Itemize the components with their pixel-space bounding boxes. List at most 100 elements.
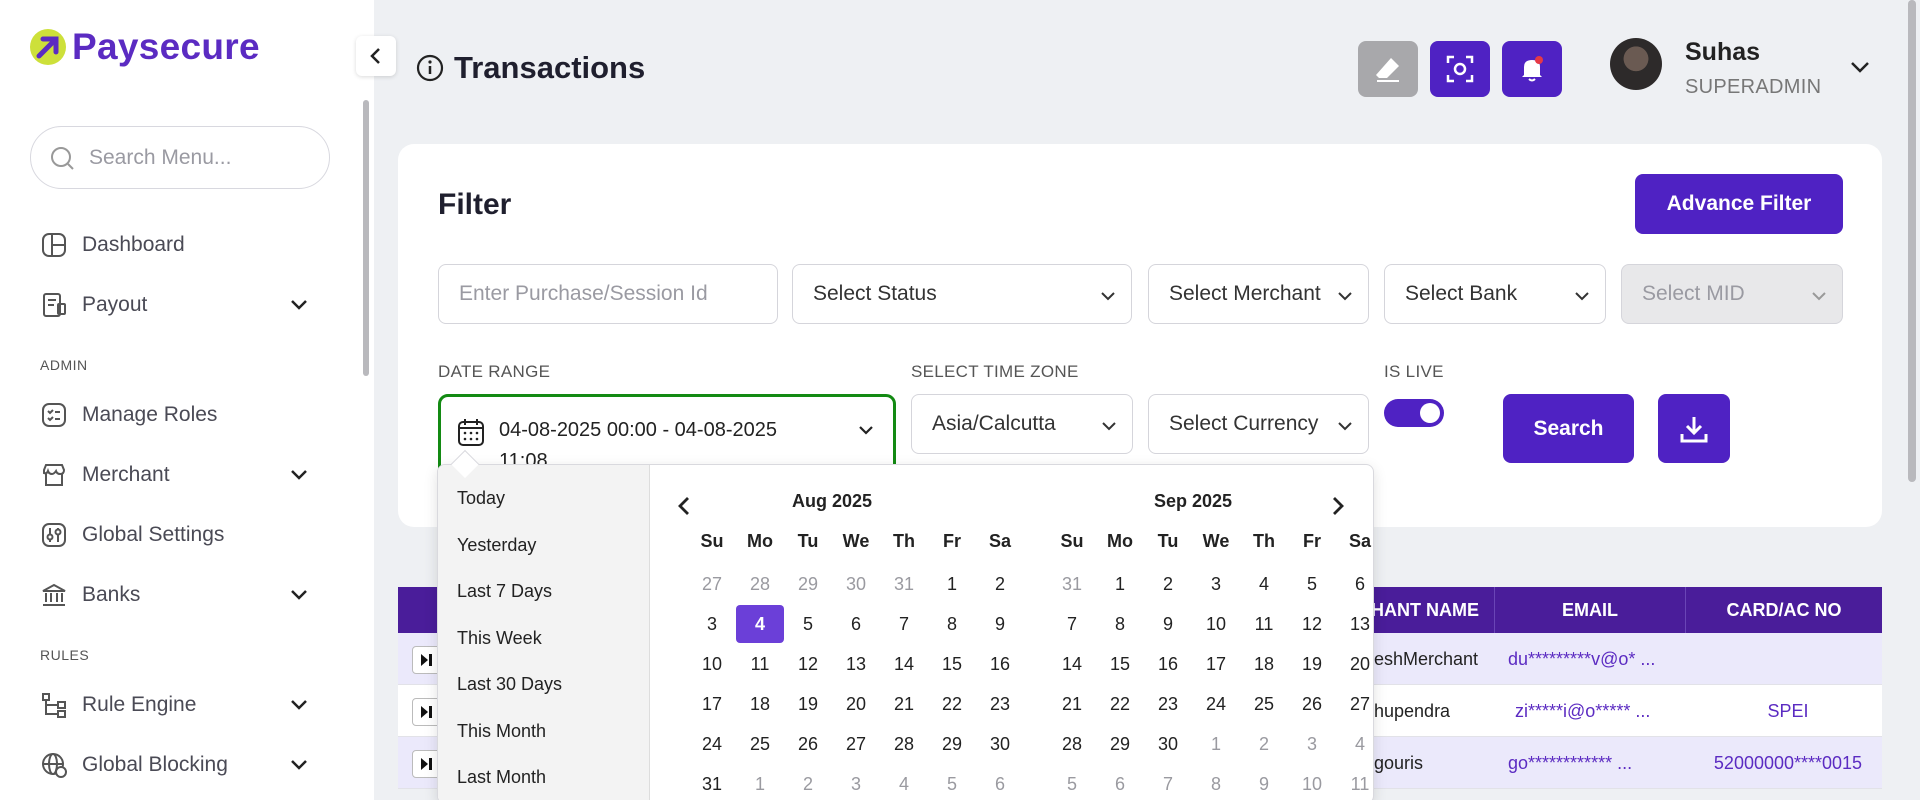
calendar-day[interactable]: 28: [880, 725, 928, 763]
calendar-day[interactable]: 19: [784, 685, 832, 723]
calendar-day[interactable]: 8: [928, 605, 976, 643]
calendar-day[interactable]: 31: [880, 565, 928, 603]
email-cell[interactable]: du*********v@o* ...: [1508, 633, 1678, 685]
download-button[interactable]: [1658, 394, 1730, 463]
calendar-day[interactable]: 24: [688, 725, 736, 763]
calendar-day[interactable]: 29: [928, 725, 976, 763]
search-menu-input[interactable]: [89, 145, 309, 170]
calendar-day[interactable]: 31: [1048, 565, 1096, 603]
calendar-day[interactable]: 12: [784, 645, 832, 683]
calendar-day[interactable]: 6: [1336, 565, 1373, 603]
calendar-day[interactable]: 4: [880, 765, 928, 800]
range-today[interactable]: Today: [457, 488, 505, 509]
sidebar-item-merchant[interactable]: Merchant: [40, 455, 310, 495]
calendar-day[interactable]: 7: [880, 605, 928, 643]
calendar-day[interactable]: 3: [688, 605, 736, 643]
calendar-day[interactable]: 28: [736, 565, 784, 603]
calendar-day[interactable]: 31: [688, 765, 736, 800]
calendar-day[interactable]: 2: [976, 565, 1024, 603]
range-this-month[interactable]: This Month: [457, 721, 546, 742]
search-button[interactable]: Search: [1503, 394, 1634, 463]
calendar-day[interactable]: 27: [688, 565, 736, 603]
clear-cache-button[interactable]: [1358, 41, 1418, 97]
calendar-day[interactable]: 5: [1288, 565, 1336, 603]
calendar-day[interactable]: 2: [1144, 565, 1192, 603]
calendar-day[interactable]: 14: [880, 645, 928, 683]
calendar-day[interactable]: 26: [1288, 685, 1336, 723]
calendar-day[interactable]: 29: [1096, 725, 1144, 763]
page-scrollbar[interactable]: [1908, 0, 1916, 482]
calendar-day[interactable]: 5: [928, 765, 976, 800]
calendar-day[interactable]: 30: [1144, 725, 1192, 763]
calendar-day[interactable]: 8: [1192, 765, 1240, 800]
email-cell[interactable]: zi*****i@o***** ...: [1515, 685, 1685, 737]
range-this-week[interactable]: This Week: [457, 628, 542, 649]
email-cell[interactable]: go************ ...: [1508, 737, 1678, 789]
purchase-id-field[interactable]: [438, 264, 778, 324]
calendar-day[interactable]: 5: [784, 605, 832, 643]
range-last-month[interactable]: Last Month: [457, 767, 546, 788]
calendar-day[interactable]: 11: [1336, 765, 1373, 800]
calendar-day[interactable]: 1: [928, 565, 976, 603]
calendar-day[interactable]: 12: [1288, 605, 1336, 643]
sidebar-item-dashboard[interactable]: Dashboard: [40, 225, 310, 265]
calendar-day[interactable]: 11: [736, 645, 784, 683]
calendar-day[interactable]: 21: [1048, 685, 1096, 723]
logo[interactable]: Paysecure: [30, 26, 260, 68]
is-live-toggle[interactable]: [1384, 399, 1444, 427]
search-menu-field[interactable]: [30, 126, 330, 189]
info-icon[interactable]: [416, 54, 444, 82]
purchase-id-input[interactable]: [459, 282, 777, 306]
advance-filter-button[interactable]: Advance Filter: [1635, 174, 1843, 234]
calendar-day[interactable]: 10: [1288, 765, 1336, 800]
calendar-day[interactable]: 23: [1144, 685, 1192, 723]
range-last-7-days[interactable]: Last 7 Days: [457, 581, 552, 602]
merchant-select[interactable]: Select Merchant: [1148, 264, 1369, 324]
collapse-sidebar-button[interactable]: [356, 36, 396, 76]
range-yesterday[interactable]: Yesterday: [457, 535, 536, 556]
column-email[interactable]: EMAIL: [1494, 587, 1685, 633]
calendar-day[interactable]: 8: [1096, 605, 1144, 643]
sidebar-item-global-settings[interactable]: Global Settings: [40, 515, 310, 555]
calendar-day[interactable]: 2: [784, 765, 832, 800]
calendar-day[interactable]: 4: [1240, 565, 1288, 603]
calendar-day[interactable]: 22: [928, 685, 976, 723]
calendar-day[interactable]: 5: [1048, 765, 1096, 800]
calendar-day[interactable]: 10: [688, 645, 736, 683]
currency-select[interactable]: Select Currency: [1148, 394, 1369, 454]
calendar-day[interactable]: 6: [976, 765, 1024, 800]
calendar-day[interactable]: 9: [1144, 605, 1192, 643]
calendar-day[interactable]: 13: [832, 645, 880, 683]
calendar-day[interactable]: 1: [1096, 565, 1144, 603]
bank-select[interactable]: Select Bank: [1384, 264, 1606, 324]
column-card-ac-no[interactable]: CARD/AC NO: [1685, 587, 1882, 633]
calendar-day[interactable]: 16: [1144, 645, 1192, 683]
calendar-day[interactable]: 30: [832, 565, 880, 603]
calendar-day[interactable]: 14: [1048, 645, 1096, 683]
calendar-day[interactable]: 6: [1096, 765, 1144, 800]
calendar-day[interactable]: 7: [1048, 605, 1096, 643]
calendar-day[interactable]: 16: [976, 645, 1024, 683]
calendar-day[interactable]: 1: [736, 765, 784, 800]
calendar-day[interactable]: 1: [1192, 725, 1240, 763]
sidebar-item-global-blocking[interactable]: Global Blocking: [40, 745, 310, 785]
calendar-day[interactable]: 4: [736, 605, 784, 643]
calendar-day[interactable]: 9: [976, 605, 1024, 643]
calendar-day[interactable]: 25: [1240, 685, 1288, 723]
user-menu[interactable]: Suhas SUPERADMIN: [1610, 38, 1869, 98]
calendar-day[interactable]: 6: [832, 605, 880, 643]
status-select[interactable]: Select Status: [792, 264, 1132, 324]
calendar-day[interactable]: 23: [976, 685, 1024, 723]
calendar-day[interactable]: 17: [1192, 645, 1240, 683]
sidebar-item-payout[interactable]: Payout: [40, 285, 310, 325]
calendar-day[interactable]: 4: [1336, 725, 1373, 763]
calendar-day[interactable]: 20: [1336, 645, 1373, 683]
notifications-button[interactable]: [1502, 41, 1562, 97]
calendar-day[interactable]: 29: [784, 565, 832, 603]
calendar-day[interactable]: 24: [1192, 685, 1240, 723]
calendar-day[interactable]: 10: [1192, 605, 1240, 643]
calendar-day[interactable]: 26: [784, 725, 832, 763]
range-last-30-days[interactable]: Last 30 Days: [457, 674, 562, 695]
calendar-day[interactable]: 2: [1240, 725, 1288, 763]
calendar-day[interactable]: 17: [688, 685, 736, 723]
